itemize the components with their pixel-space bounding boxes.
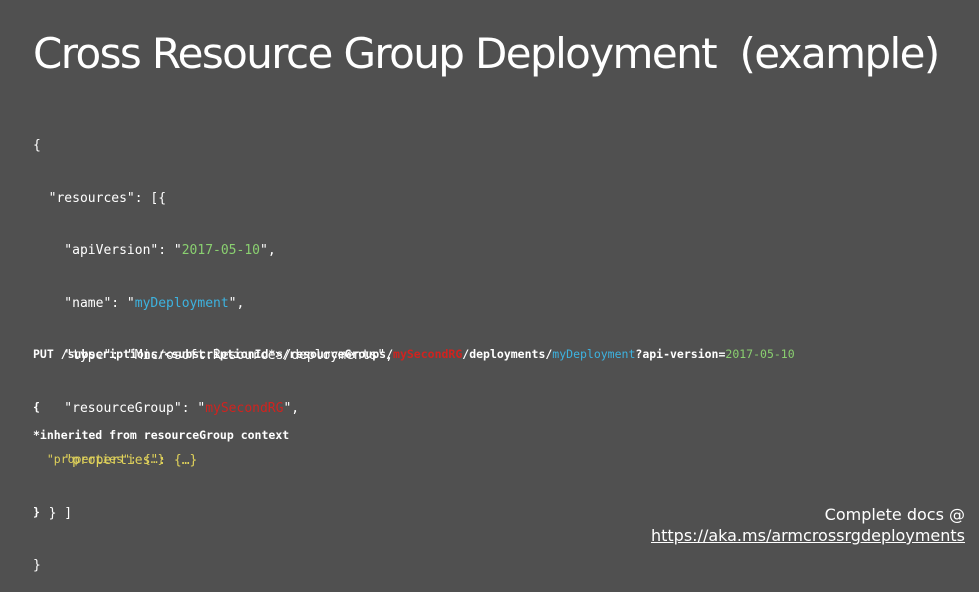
rest-properties-line: "properties": {…} (33, 452, 165, 466)
slide-title: Cross Resource Group Deployment (example… (33, 29, 940, 78)
rest-query-prefix: ?api-version= (635, 347, 726, 361)
docs-link[interactable]: https://aka.ms/armcrossrgdeployments (651, 526, 965, 545)
rest-api-version-value: 2017-05-10 (725, 347, 795, 361)
rest-rg-value: mySecondRG (393, 347, 463, 361)
json-api-version-key: "apiVersion": " (33, 243, 182, 258)
json-resources-open: "resources": [{ (33, 190, 167, 206)
json-api-version-line: "apiVersion": "2017-05-10", (33, 242, 393, 260)
footnote: *inherited from resourceGroup context (33, 428, 290, 442)
rest-path-prefix: PUT /subscriptions/<subscriptionId*>/res… (33, 347, 394, 361)
json-name-line: "name": "myDeployment", (33, 295, 393, 313)
json-name-key: "name": " (33, 295, 135, 311)
json-name-value: myDeployment (134, 295, 229, 311)
docs-label: Complete docs @ (824, 505, 965, 524)
rest-deployments-segment: /deployments/ (462, 347, 553, 361)
json-open-brace: { (33, 138, 41, 153)
json-api-version-value: 2017-05-10 (181, 243, 260, 258)
json-api-version-end: ", (260, 243, 276, 258)
json-name-end: ", (228, 295, 245, 311)
json-close-brace: } (33, 558, 41, 573)
docs-block: Complete docs @ https://aka.ms/armcrossr… (651, 504, 965, 546)
rest-name-value: myDeployment (552, 347, 636, 361)
rest-request-line: PUT /subscriptions/<subscriptionId*>/res… (33, 346, 795, 364)
rest-open-brace: { (33, 399, 40, 414)
